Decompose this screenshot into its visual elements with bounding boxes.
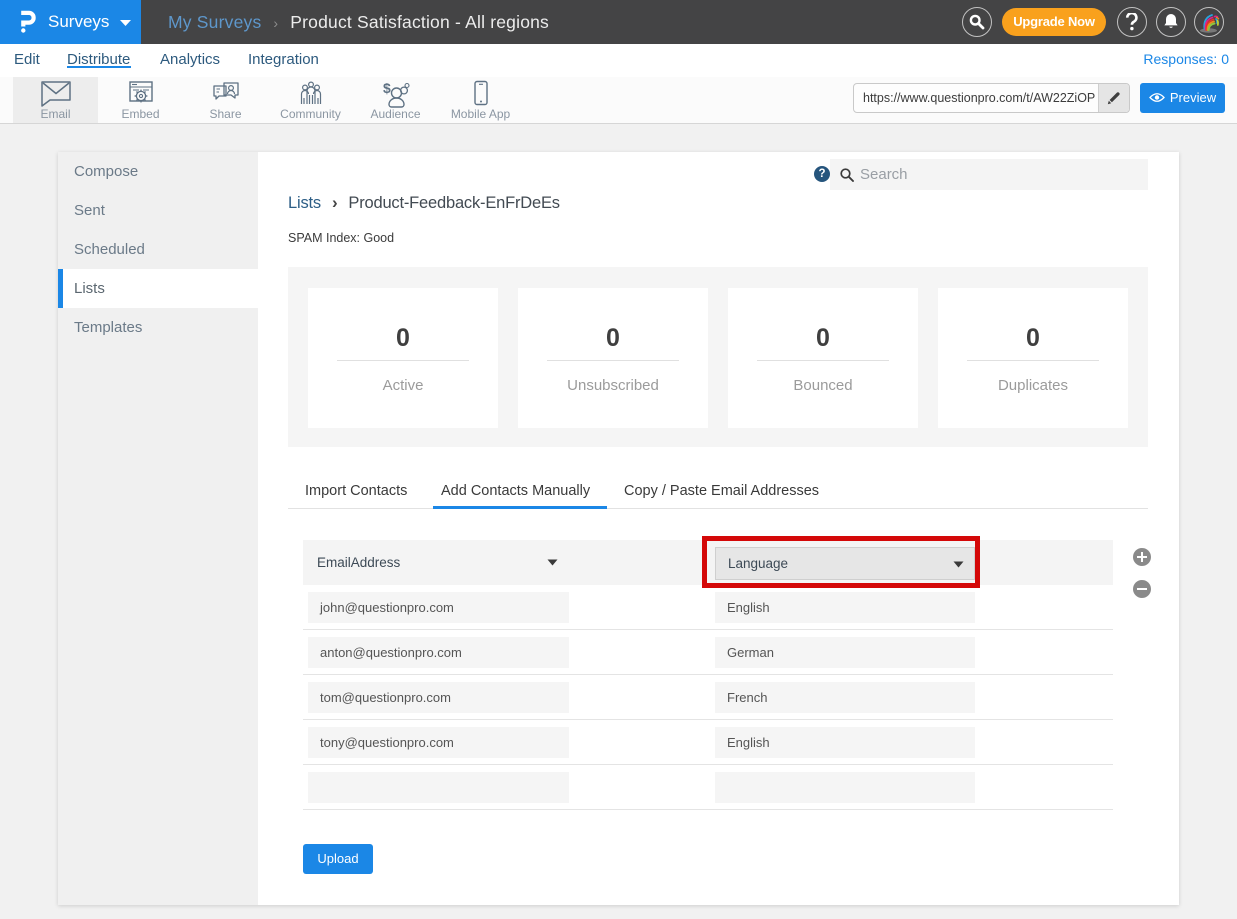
svg-text:$: $ [383, 80, 391, 96]
